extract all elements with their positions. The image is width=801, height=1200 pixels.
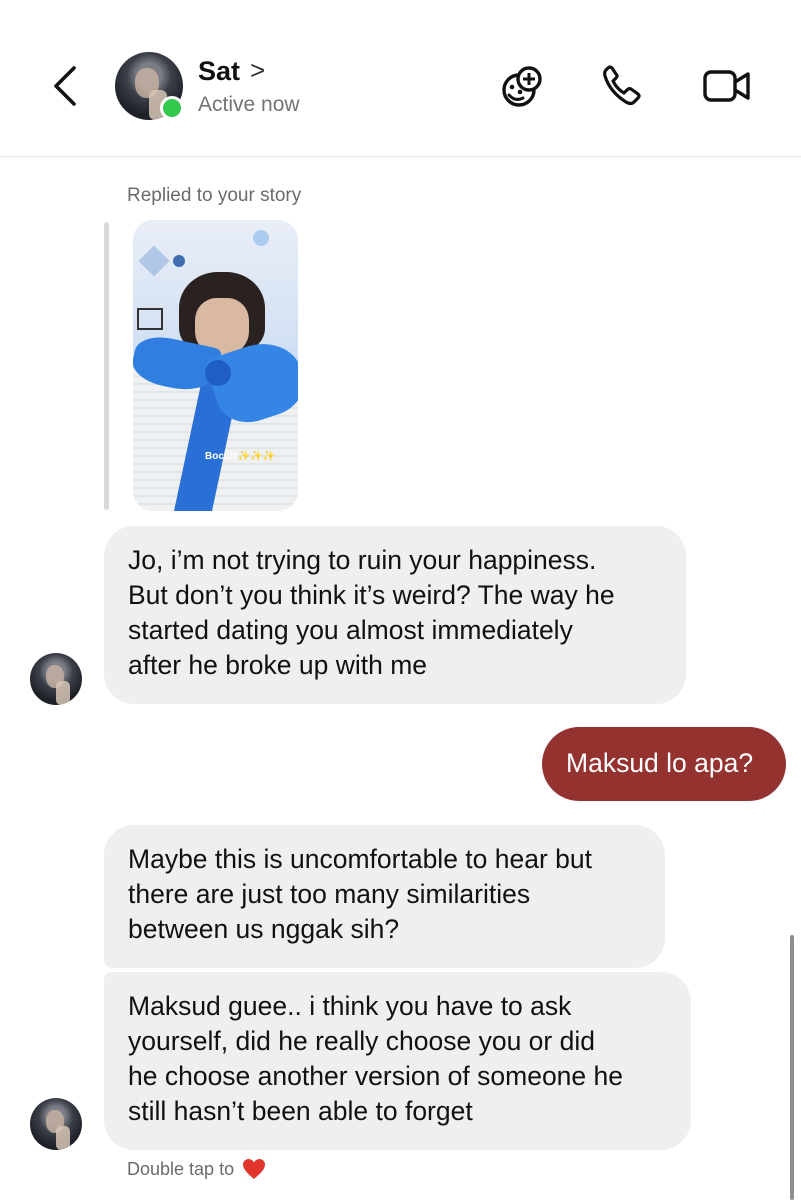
active-status: Active now	[198, 93, 300, 116]
game-icon[interactable]	[497, 62, 547, 110]
contact-name: Sat	[198, 56, 241, 86]
sender-avatar[interactable]	[30, 1098, 82, 1150]
double-tap-text: Double tap to	[127, 1158, 235, 1179]
sender-avatar[interactable]	[30, 653, 82, 705]
incoming-message[interactable]: Jo, i’m not trying to ruin your happines…	[104, 526, 686, 704]
incoming-message[interactable]: Maksud guee.. i think you have to ask yo…	[104, 972, 691, 1150]
story-thumbnail[interactable]: Bociiiii✨✨✨	[133, 220, 298, 511]
story-caption: Bociiiii✨✨✨	[205, 451, 276, 462]
outgoing-message[interactable]: Maksud lo apa?	[542, 727, 786, 801]
scrollbar[interactable]	[790, 935, 794, 1200]
heart-icon[interactable]	[242, 1158, 266, 1180]
double-tap-hint: Double tap to	[127, 1158, 266, 1180]
online-indicator	[160, 96, 184, 120]
gift-sticker-icon	[137, 308, 163, 330]
reply-divider	[104, 222, 109, 510]
phone-icon[interactable]	[598, 62, 648, 110]
contact-name-link[interactable]: Sat >	[198, 56, 265, 87]
back-icon[interactable]	[44, 62, 88, 110]
chevron-right-icon: >	[250, 54, 266, 85]
story-reply-label: Replied to your story	[127, 185, 302, 206]
video-icon[interactable]	[702, 62, 752, 110]
incoming-message[interactable]: Maybe this is uncomfortable to hear but …	[104, 825, 665, 968]
chat-header: Sat > Active now	[0, 0, 801, 157]
